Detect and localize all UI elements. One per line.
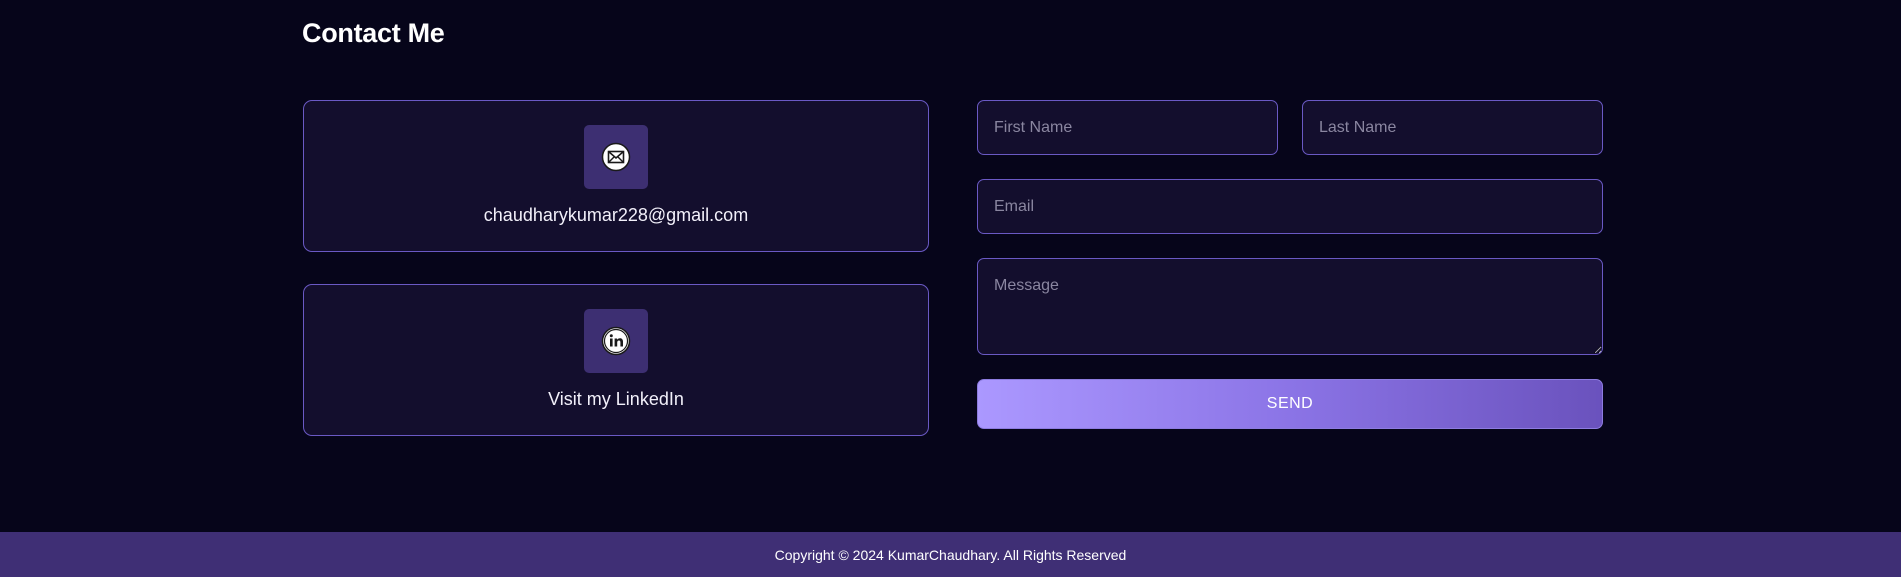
- linkedin-icon: [601, 326, 631, 356]
- envelope-icon: [601, 142, 631, 172]
- footer: Copyright © 2024 KumarChaudhary. All Rig…: [0, 532, 1901, 577]
- linkedin-contact-card[interactable]: Visit my LinkedIn: [303, 284, 929, 436]
- message-textarea[interactable]: [977, 258, 1603, 355]
- email-input[interactable]: [977, 179, 1603, 234]
- email-contact-card[interactable]: chaudharykumar228@gmail.com: [303, 100, 929, 252]
- copyright-text: Copyright © 2024 KumarChaudhary. All Rig…: [774, 546, 1127, 563]
- email-icon-box: [584, 125, 648, 189]
- first-name-input[interactable]: [977, 100, 1278, 155]
- send-button[interactable]: SEND: [977, 379, 1603, 429]
- linkedin-icon-box: [584, 309, 648, 373]
- linkedin-link-label: Visit my LinkedIn: [548, 389, 684, 409]
- email-address: chaudharykumar228@gmail.com: [483, 205, 749, 225]
- contact-page: Contact Me chaudharykumar228@gmail.com V…: [0, 0, 1901, 577]
- last-name-input[interactable]: [1302, 100, 1603, 155]
- section-title: Contact Me: [302, 18, 445, 48]
